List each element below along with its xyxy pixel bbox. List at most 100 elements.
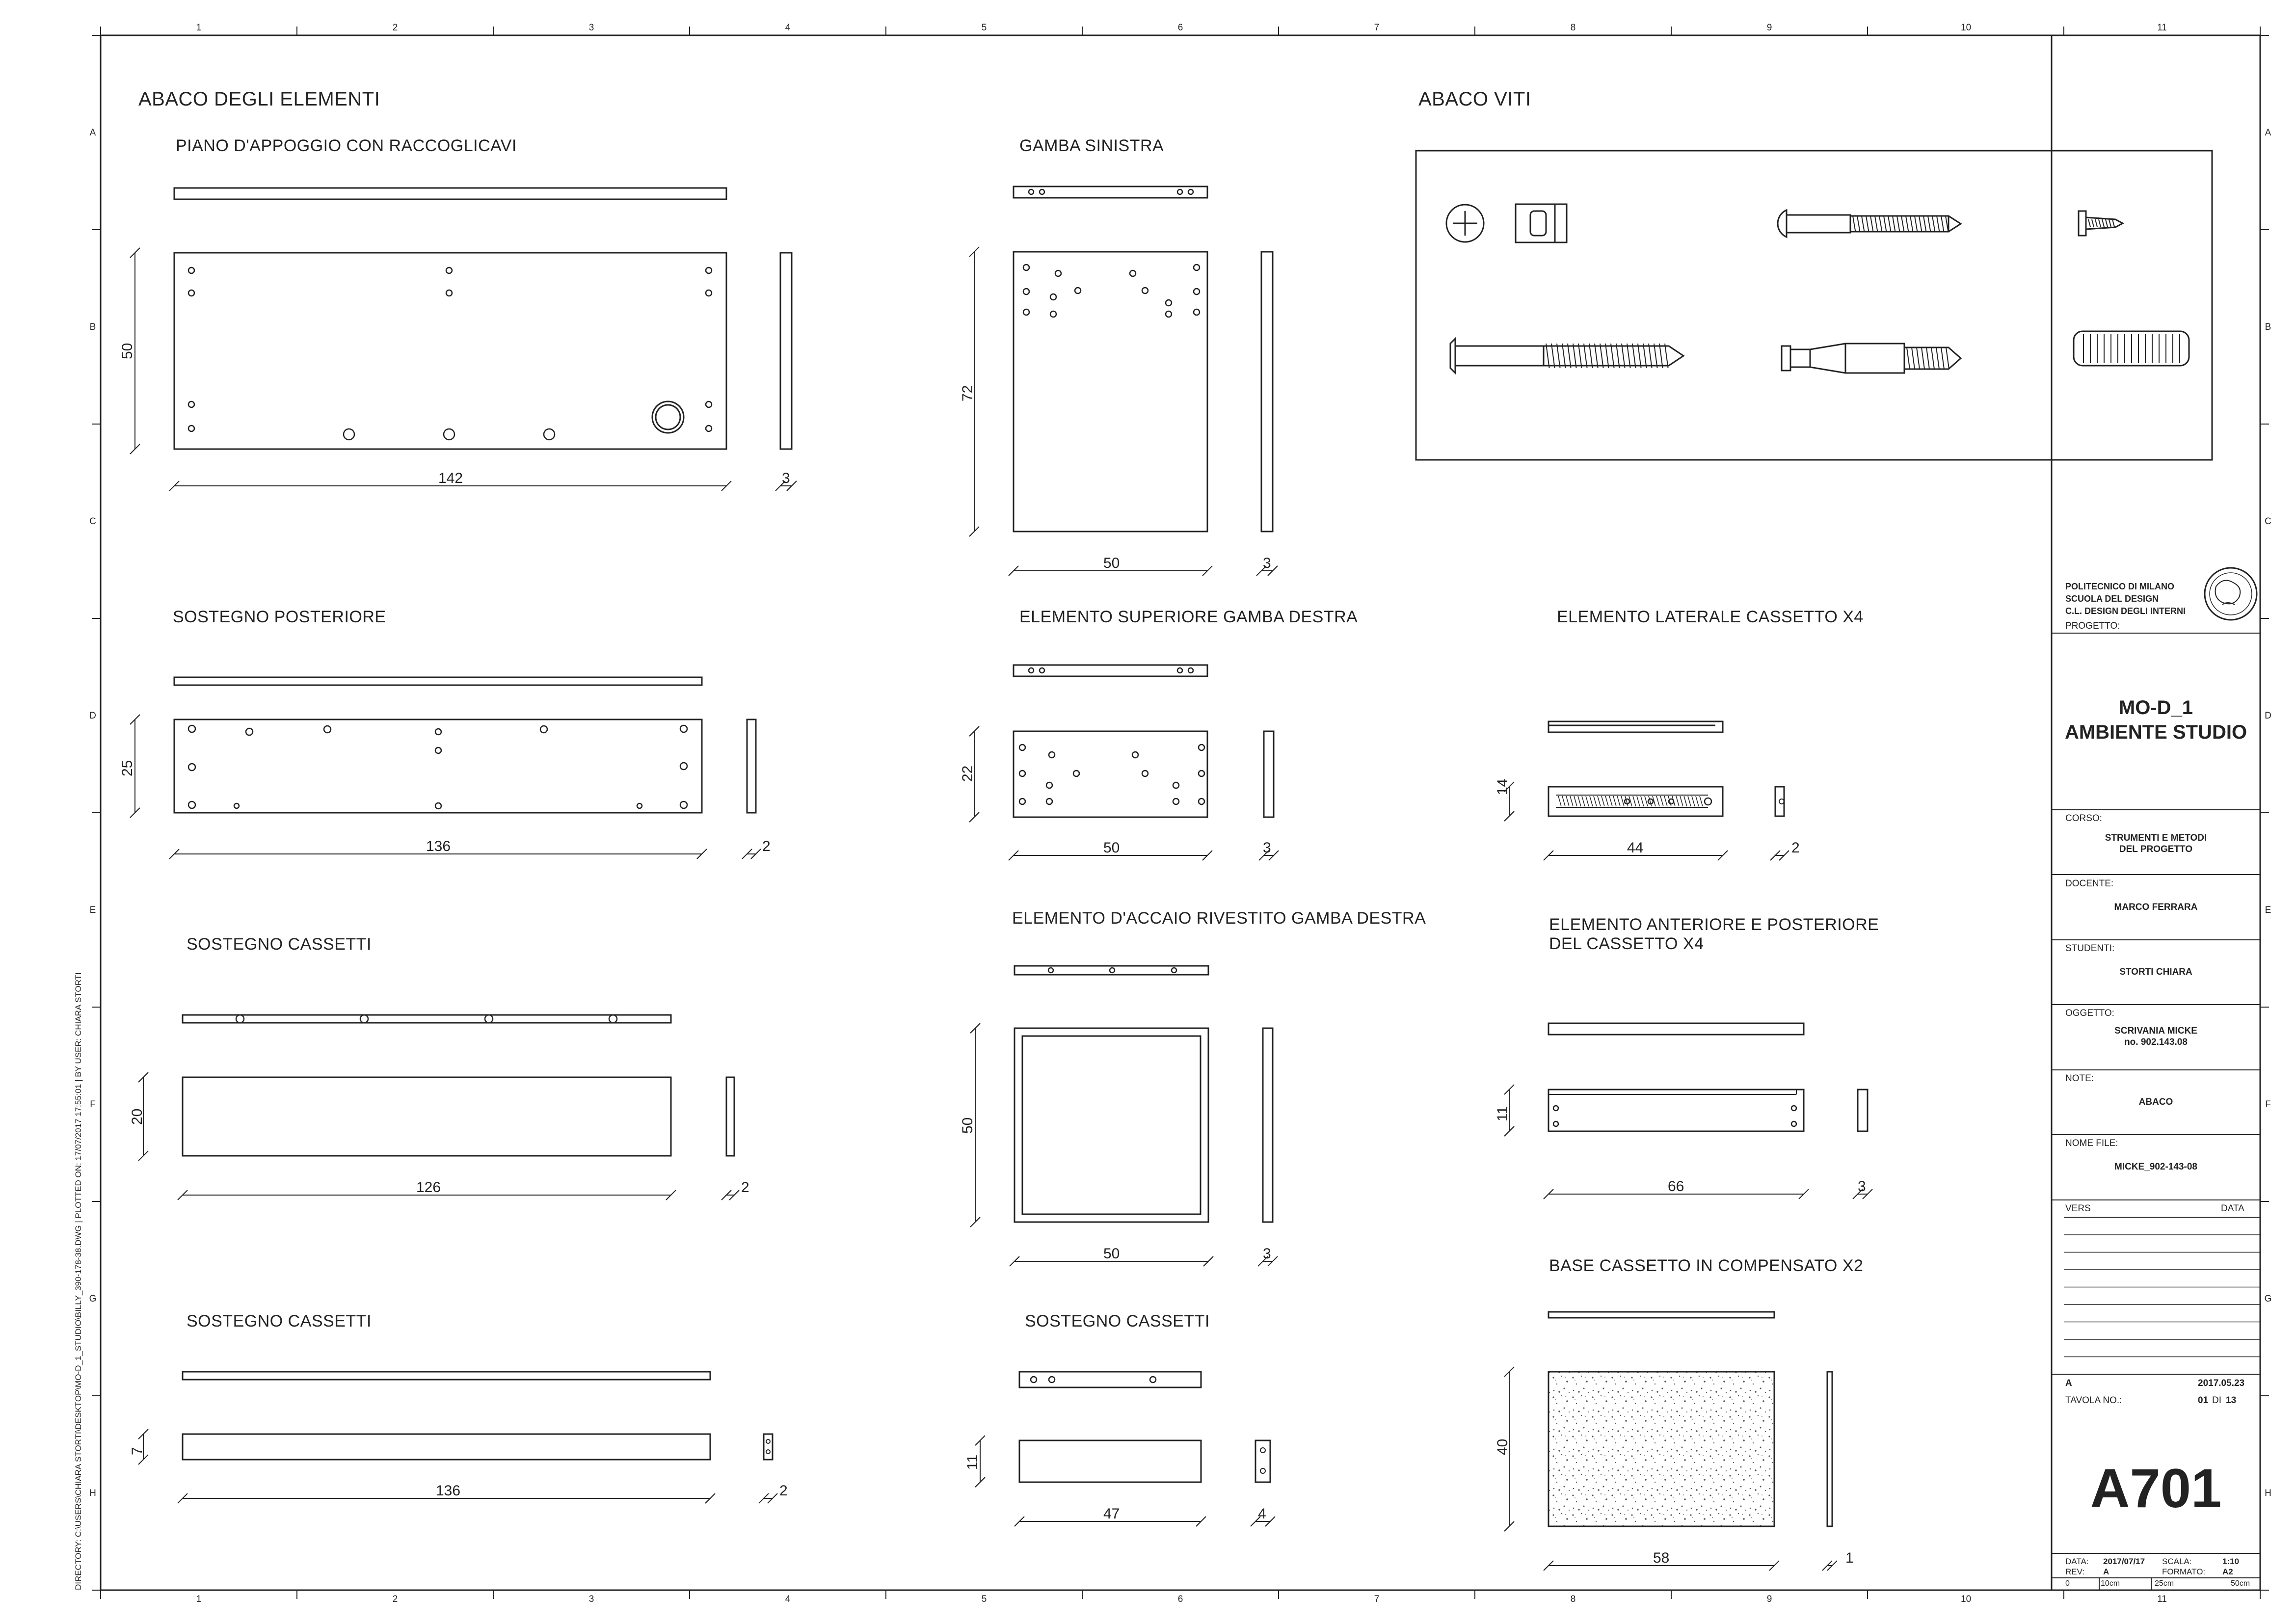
sheet-code: A701 <box>2090 1458 2222 1519</box>
dim-piano-w: 142 <box>438 470 463 486</box>
dim-base-cass-w: 58 <box>1653 1550 1670 1566</box>
rev-value: A <box>2103 1567 2109 1576</box>
grid-row-label-left: B <box>89 322 96 332</box>
dim-sup-gamba-dx-h: 22 <box>960 765 976 782</box>
title-sup-gamba-dx: ELEMENTO SUPERIORE GAMBA DESTRA <box>1019 608 1358 626</box>
grid-col-label-top: 5 <box>981 23 987 33</box>
tavola-label: TAVOLA NO.: <box>2065 1395 2122 1406</box>
corso-value-1: STRUMENTI E METODI <box>2105 833 2207 843</box>
dim-laterale-cass-h: 14 <box>1495 778 1511 795</box>
small-screw-icon <box>2078 210 2125 237</box>
screws-frame <box>1415 150 2213 461</box>
title-ant-post-cass-2: DEL CASSETTO X4 <box>1549 934 1704 953</box>
grid-row-label-left: A <box>89 128 96 138</box>
grid-col-label-top: 4 <box>785 23 791 33</box>
tavola-num: 01 <box>2198 1395 2209 1406</box>
dim-ant-post-cass-w: 66 <box>1668 1178 1684 1195</box>
dowel-icon <box>2073 330 2190 367</box>
tavola-tot: 13 <box>2226 1395 2237 1406</box>
title-laterale-cass: ELEMENTO LATERALE CASSETTO X4 <box>1557 608 1864 626</box>
grid-col-label-bottom: 11 <box>2157 1594 2167 1604</box>
dim-sup-gamba-dx-t: 3 <box>1263 840 1271 856</box>
dim-base-cass-h: 40 <box>1495 1438 1511 1455</box>
grid-row-label-right: B <box>2265 322 2271 332</box>
studenti-value: STORTI CHIARA <box>2119 967 2192 977</box>
scale-10: 10cm <box>2101 1579 2120 1588</box>
dim-laterale-cass-w: 44 <box>1627 840 1644 856</box>
dim-sost-cass-3-t: 4 <box>1258 1506 1266 1522</box>
dim-sostegno-post-t: 2 <box>762 838 771 854</box>
dim-gamba-sx-w: 50 <box>1103 555 1120 571</box>
grid-col-label-bottom: 10 <box>1961 1594 1972 1604</box>
grid-col-label-top: 1 <box>196 23 202 33</box>
grid-row-label-right: D <box>2265 711 2271 721</box>
vers-label: VERS <box>2065 1203 2091 1214</box>
grid-col-label-top: 6 <box>1177 23 1183 33</box>
scala-value: 1:10 <box>2222 1557 2240 1566</box>
dim-piano-h: 50 <box>119 343 135 359</box>
dim-piano-t: 3 <box>782 470 790 486</box>
plot-path-text: DIRECTORY: C:\USERS\CHIARA STORTI\DESKTO… <box>74 972 83 1590</box>
corso-value-2: DEL PROGETTO <box>2119 844 2193 854</box>
title-sostegno-post: SOSTEGNO POSTERIORE <box>173 608 386 626</box>
cam-lock-icon <box>1515 203 1568 243</box>
nome-file-value: MICKE_902-143-08 <box>2114 1162 2197 1172</box>
title-sost-cass-3: SOSTEGNO CASSETTI <box>1025 1312 1210 1331</box>
sup-gamba-dx-drawing <box>969 664 1279 861</box>
logo-seal-icon <box>2204 567 2258 621</box>
scale-0: 0 <box>2065 1579 2070 1588</box>
grid-row-label-right: F <box>2265 1099 2271 1110</box>
studenti-label: STUDENTI: <box>2065 943 2115 954</box>
school-line-2: SCUOLA DEL DESIGN <box>2065 594 2159 604</box>
grid-row-label-left: E <box>89 905 96 915</box>
piano-top-view <box>173 187 727 200</box>
sost-cass-3-drawing <box>975 1371 1276 1527</box>
grid-row-label-right: G <box>2264 1294 2272 1304</box>
scale-50: 50cm <box>2231 1579 2250 1588</box>
title-piano: PIANO D'APPOGGIO CON RACCOGLICAVI <box>176 136 517 155</box>
grid-row-label-left: F <box>90 1099 96 1110</box>
oggetto-value-1: SCRIVANIA MICKE <box>2114 1026 2197 1036</box>
grid-col-label-bottom: 4 <box>785 1594 791 1604</box>
grid-col-label-bottom: 6 <box>1177 1594 1183 1604</box>
grid-row-label-right: H <box>2265 1488 2271 1498</box>
scala-key: SCALA: <box>2162 1557 2192 1566</box>
bolt-icon <box>1777 209 1962 239</box>
project-title-2: AMBIENTE STUDIO <box>2064 721 2247 743</box>
dim-sup-gamba-dx-w: 50 <box>1103 840 1120 856</box>
piano-side-view <box>779 252 793 450</box>
note-label: NOTE: <box>2065 1073 2094 1084</box>
grid-row-label-right: C <box>2265 516 2271 527</box>
docente-label: DOCENTE: <box>2065 879 2114 889</box>
title-ant-post-cass-1: ELEMENTO ANTERIORE E POSTERIORE <box>1549 915 1879 934</box>
school-line-3: C.L. DESIGN DEGLI INTERNI <box>2065 606 2186 616</box>
dim-sost-cass-2-t: 2 <box>779 1483 788 1499</box>
dim-sost-cass-1-w: 126 <box>416 1179 441 1196</box>
gamba-sx-drawing <box>969 186 1278 576</box>
title-sost-cass-2: SOSTEGNO CASSETTI <box>187 1312 372 1331</box>
school-line-1: POLITECNICO DI MILANO <box>2065 582 2174 591</box>
tavola-di: DI <box>2212 1395 2221 1406</box>
grid-col-label-top: 11 <box>2157 23 2167 33</box>
data-value: 2017/07/17 <box>2103 1557 2145 1566</box>
sostegno-post-drawing <box>130 676 761 859</box>
grid-row-label-left: D <box>89 711 96 721</box>
grid-row-label-left: C <box>89 516 96 527</box>
project-title-1: MO-D_1 <box>2118 697 2193 719</box>
grid-col-label-top: 10 <box>1961 23 1972 33</box>
docente-value: MARCO FERRARA <box>2114 902 2198 912</box>
long-screw-icon <box>1449 337 1685 375</box>
note-value: ABACO <box>2138 1097 2173 1107</box>
dim-ant-post-cass-h: 11 <box>1495 1106 1511 1121</box>
title-base-cass: BASE CASSETTO IN COMPENSATO X2 <box>1549 1256 1864 1275</box>
data-col-label: DATA <box>2221 1203 2244 1214</box>
grid-row-label-left: G <box>89 1294 97 1304</box>
piano-front-view <box>173 252 727 450</box>
connector-bolt-icon <box>1781 343 1962 374</box>
dim-acciaio-h: 50 <box>960 1117 976 1134</box>
rev-key: REV: <box>2065 1567 2085 1576</box>
grid-col-label-bottom: 1 <box>196 1594 202 1604</box>
dim-ant-post-cass-t: 3 <box>1858 1178 1866 1195</box>
grid-col-label-top: 2 <box>392 23 398 33</box>
ant-post-cass-drawing <box>1504 1022 1873 1199</box>
